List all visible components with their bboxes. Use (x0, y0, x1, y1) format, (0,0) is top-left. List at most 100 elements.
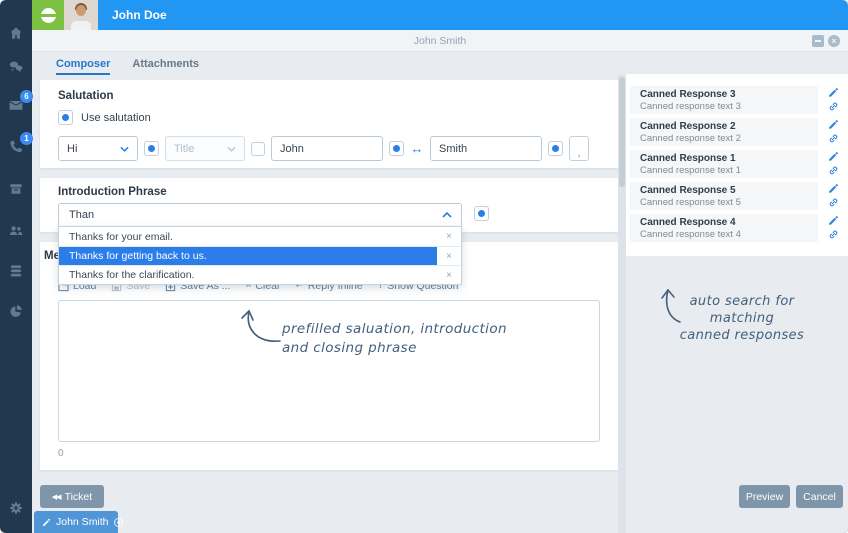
tab-attachments[interactable]: Attachments (132, 58, 199, 75)
last-name-enabled-indicator[interactable] (548, 141, 563, 156)
chevron-up-icon[interactable] (442, 212, 452, 218)
sidebar-item-email[interactable]: 6 (0, 88, 32, 122)
remove-option-icon[interactable]: × (437, 227, 461, 246)
tab-composer[interactable]: Composer (56, 58, 110, 75)
sidebar-item-reports[interactable] (0, 294, 32, 328)
intro-phrase-dropdown: Thanks for your email. × Thanks for gett… (58, 226, 462, 285)
canned-card-actions (824, 150, 844, 179)
canned-response-card[interactable]: Canned Response 5 Canned response text 5 (630, 182, 818, 210)
use-salutation-label: Use salutation (81, 112, 151, 124)
edit-pencil-icon[interactable] (828, 119, 839, 130)
swap-names-icon[interactable]: ↔ (409, 141, 425, 156)
edit-pencil-icon[interactable] (828, 151, 839, 162)
canned-card-actions (824, 214, 844, 243)
dropdown-option[interactable]: Thanks for your email. × (59, 227, 461, 246)
sidebar-item-chats[interactable] (0, 50, 32, 84)
close-icon[interactable]: × (828, 35, 840, 47)
pencil-icon (42, 518, 51, 527)
database-icon (8, 263, 24, 279)
gear-icon (8, 500, 24, 516)
avatar-shirt (71, 21, 91, 30)
introduction-enabled-indicator[interactable] (474, 206, 489, 221)
sidebar-item-tickets[interactable] (0, 172, 32, 206)
link-icon[interactable] (828, 165, 839, 176)
customer-name: John Smith (32, 30, 848, 52)
use-salutation-toggle[interactable]: Use salutation (58, 110, 600, 125)
link-icon[interactable] (828, 197, 839, 208)
title-placeholder: Title (174, 143, 194, 155)
first-name-field[interactable] (271, 136, 383, 161)
editing-user-name: John Smith (56, 516, 109, 528)
main-scrollbar[interactable] (618, 75, 626, 533)
salutation-title: Salutation (58, 90, 600, 102)
annotation-arrow (236, 304, 282, 348)
active-editor-bar[interactable]: John Smith (34, 511, 118, 533)
remove-option-icon[interactable]: × (437, 266, 461, 284)
agent-avatar[interactable] (64, 0, 98, 30)
introduction-phrase-input[interactable]: Than (58, 203, 462, 227)
home-icon (8, 25, 24, 41)
edit-pencil-icon[interactable] (828, 87, 839, 98)
salutation-section: Salutation Use salutation Hi Title (40, 80, 618, 168)
agent-name: John Doe (98, 0, 167, 30)
agent-status-button[interactable] (32, 0, 64, 30)
first-name-enabled-indicator[interactable] (389, 141, 404, 156)
greeting-select[interactable]: Hi (58, 136, 138, 161)
introduction-phrase-value: Than (69, 209, 94, 221)
use-salutation-checkbox[interactable] (58, 110, 73, 125)
canned-response-card[interactable]: Canned Response 3 Canned response text 3 (630, 86, 818, 114)
dropdown-option-selected[interactable]: Thanks for getting back to us. × (59, 246, 461, 265)
character-count: 0 (58, 448, 64, 459)
availability-orb-icon (41, 8, 56, 23)
avatar-face (76, 5, 86, 16)
introduction-title: Introduction Phrase (58, 186, 600, 198)
greeting-enabled-indicator[interactable] (144, 141, 159, 156)
punctuation-box[interactable]: , (569, 136, 589, 161)
minimize-icon[interactable] (812, 35, 824, 47)
salutation-controls: Hi Title ↔ , (58, 136, 600, 161)
sidebar-item-calls[interactable]: 1 (0, 130, 32, 164)
edit-pencil-icon[interactable] (828, 183, 839, 194)
dropdown-option[interactable]: Thanks for the clarification. × (59, 265, 461, 284)
topbar: John Doe (32, 0, 848, 30)
archive-box-icon (8, 181, 24, 197)
chevron-down-icon (120, 146, 129, 152)
back-to-ticket-button[interactable]: ◀◀Ticket (40, 485, 104, 508)
chevron-down-icon (227, 146, 236, 152)
email-count-badge: 6 (20, 90, 33, 103)
users-icon (8, 223, 24, 239)
app-window: 6 1 John Doe (0, 0, 848, 533)
title-select[interactable]: Title (165, 136, 245, 161)
edit-pencil-icon[interactable] (828, 215, 839, 226)
editor-status-icon[interactable] (114, 518, 123, 527)
sidebar-item-home[interactable] (0, 16, 32, 50)
preview-button[interactable]: Preview (739, 485, 790, 508)
sidebar-item-customers[interactable] (0, 214, 32, 248)
annotation-compose: prefilled saluation, introduction and cl… (282, 320, 507, 358)
composer-tabs: Composer Attachments (56, 58, 199, 75)
cancel-button[interactable]: Cancel (796, 485, 843, 508)
sidebar: 6 1 (0, 0, 32, 533)
rewind-icon: ◀◀ (52, 494, 61, 501)
canned-card-actions (824, 86, 844, 115)
ticket-subheader: John Smith × (32, 30, 848, 52)
canned-response-card[interactable]: Canned Response 1 Canned response text 1 (630, 150, 818, 178)
pie-chart-icon (8, 303, 24, 319)
link-icon[interactable] (828, 101, 839, 112)
title-enabled-checkbox[interactable] (251, 142, 265, 156)
sidebar-item-settings[interactable] (0, 491, 32, 525)
introduction-section: Introduction Phrase Than (40, 178, 618, 232)
remove-option-icon[interactable]: × (437, 247, 461, 265)
link-icon[interactable] (828, 229, 839, 240)
calls-count-badge: 1 (20, 132, 33, 145)
canned-card-actions (824, 118, 844, 147)
canned-response-card[interactable]: Canned Response 2 Canned response text 2 (630, 118, 818, 146)
greeting-value: Hi (67, 143, 77, 155)
canned-card-actions (824, 182, 844, 211)
link-icon[interactable] (828, 133, 839, 144)
last-name-field[interactable] (430, 136, 542, 161)
canned-responses-panel: Canned Response 3 Canned response text 3… (626, 74, 848, 256)
chat-icon (8, 59, 24, 75)
canned-response-card[interactable]: Canned Response 4 Canned response text 4 (630, 214, 818, 242)
sidebar-item-knowledge-base[interactable] (0, 254, 32, 288)
